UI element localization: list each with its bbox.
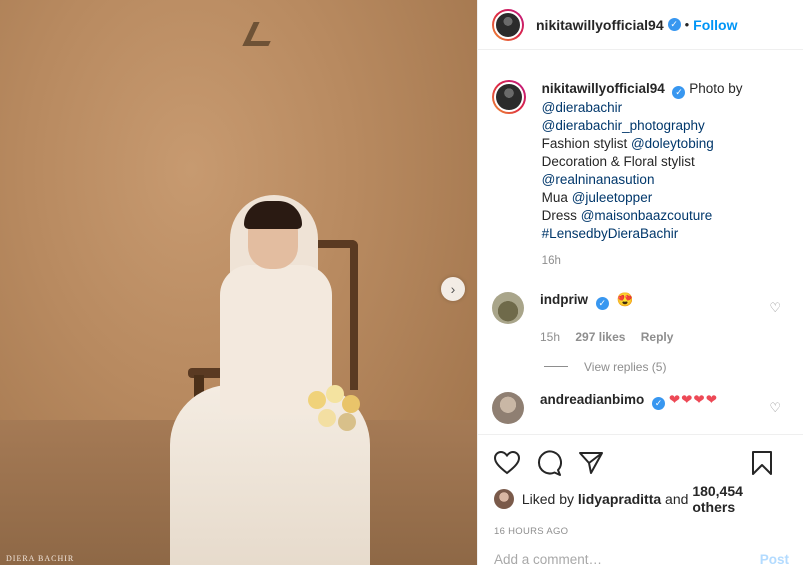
liker-avatar[interactable] — [494, 489, 514, 509]
hashtag-link[interactable]: #LensedbyDieraBachir — [542, 226, 679, 241]
post-comment-button[interactable]: Post — [760, 552, 789, 565]
replies-divider — [544, 366, 568, 367]
mention-link[interactable]: @realninanasution — [542, 172, 655, 187]
comment-bubble-icon[interactable] — [536, 450, 562, 479]
comment-meta: 15h 297 likes Reply — [540, 330, 685, 344]
author-username[interactable]: nikitawillyofficial94 — [536, 17, 664, 33]
verified-badge-icon: ✓ — [595, 296, 609, 310]
commenter-username[interactable]: indpriw — [540, 292, 588, 307]
caption-text: Fashion stylist — [541, 135, 631, 151]
caption: nikitawillyofficial94 ✓ Photo by @dierab… — [478, 68, 803, 270]
next-photo-button[interactable]: › — [441, 277, 465, 301]
action-bar — [478, 435, 803, 483]
caption-username[interactable]: nikitawillyofficial94 — [542, 81, 665, 96]
wall-hook — [242, 22, 280, 46]
post-actions: Liked by lidyapraditta and 180,454 other… — [478, 434, 803, 565]
commenter-avatar[interactable] — [492, 291, 524, 324]
share-paper-plane-icon[interactable] — [578, 451, 604, 478]
liked-by-and: and — [661, 491, 693, 507]
flower-bouquet — [298, 383, 368, 443]
like-comment-heart-icon[interactable]: ♡ — [769, 400, 781, 416]
post-side-panel: nikitawillyofficial94 ✓ • Follow nikitaw… — [477, 0, 803, 565]
author-avatar[interactable] — [492, 8, 524, 41]
bride-figure — [170, 195, 380, 565]
photo-watermark: DIERA BACHIR — [6, 554, 75, 563]
header-separator: • — [684, 17, 690, 32]
follow-button[interactable]: Follow — [693, 17, 737, 33]
like-comment-heart-icon[interactable]: ♡ — [769, 300, 781, 316]
mention-link[interactable]: @dierabachir_photography — [542, 118, 705, 133]
comment-text: 😍 — [616, 291, 634, 307]
verified-badge-icon: ✓ — [667, 18, 681, 31]
likes-summary: Liked by lidyapraditta and 180,454 other… — [478, 483, 803, 515]
comment-likes[interactable]: 297 likes — [575, 330, 625, 344]
mention-link[interactable]: @maisonbaazcouture — [581, 208, 713, 223]
commenter-avatar[interactable] — [492, 391, 524, 424]
commenter-username[interactable]: andreadianbimo — [540, 392, 644, 407]
reply-button[interactable]: Reply — [641, 330, 674, 344]
mention-link[interactable]: @doleytobing — [631, 136, 714, 151]
post-photo[interactable]: DIERA BACHIR › — [0, 0, 477, 565]
chevron-right-icon: › — [450, 281, 456, 297]
view-replies-label: View replies (5) — [584, 359, 667, 374]
mention-link[interactable]: @dierabachir — [542, 100, 623, 115]
comment: indpriw ✓ 😍 15h 297 likes Reply ♡ — [478, 291, 803, 344]
verified-badge-icon: ✓ — [672, 85, 686, 99]
like-heart-icon[interactable] — [493, 450, 521, 478]
post-header: nikitawillyofficial94 ✓ • Follow — [478, 0, 803, 50]
comments-section[interactable]: nikitawillyofficial94 ✓ Photo by @dierab… — [478, 68, 803, 434]
liked-by-count[interactable]: 180,454 others — [692, 483, 789, 515]
comment-text: ❤❤❤❤ — [668, 391, 719, 407]
comment-time[interactable]: 15h — [540, 330, 560, 344]
caption-text: Decoration & Floral stylist — [541, 153, 695, 169]
verified-badge-icon: ✓ — [652, 396, 666, 410]
comment: andreadianbimo ✓ ❤❤❤❤ ♡ — [478, 391, 803, 424]
caption-time[interactable]: 16h — [542, 252, 789, 270]
mention-link[interactable]: @juleetopper — [572, 190, 653, 205]
comment-input[interactable]: Add a comment… — [494, 552, 602, 565]
bookmark-icon[interactable] — [751, 450, 773, 479]
caption-text: Dress — [541, 207, 581, 223]
liked-by-prefix: Liked by — [521, 491, 578, 507]
caption-text: Photo by — [689, 81, 743, 96]
liked-by-user[interactable]: lidyapraditta — [578, 491, 661, 507]
add-comment-bar: Add a comment… Post — [494, 552, 789, 565]
view-replies-button[interactable]: View replies (5) — [544, 360, 803, 374]
caption-text: Mua — [541, 189, 572, 205]
post-timestamp[interactable]: 16 HOURS AGO — [478, 526, 803, 537]
caption-avatar[interactable] — [492, 80, 526, 114]
